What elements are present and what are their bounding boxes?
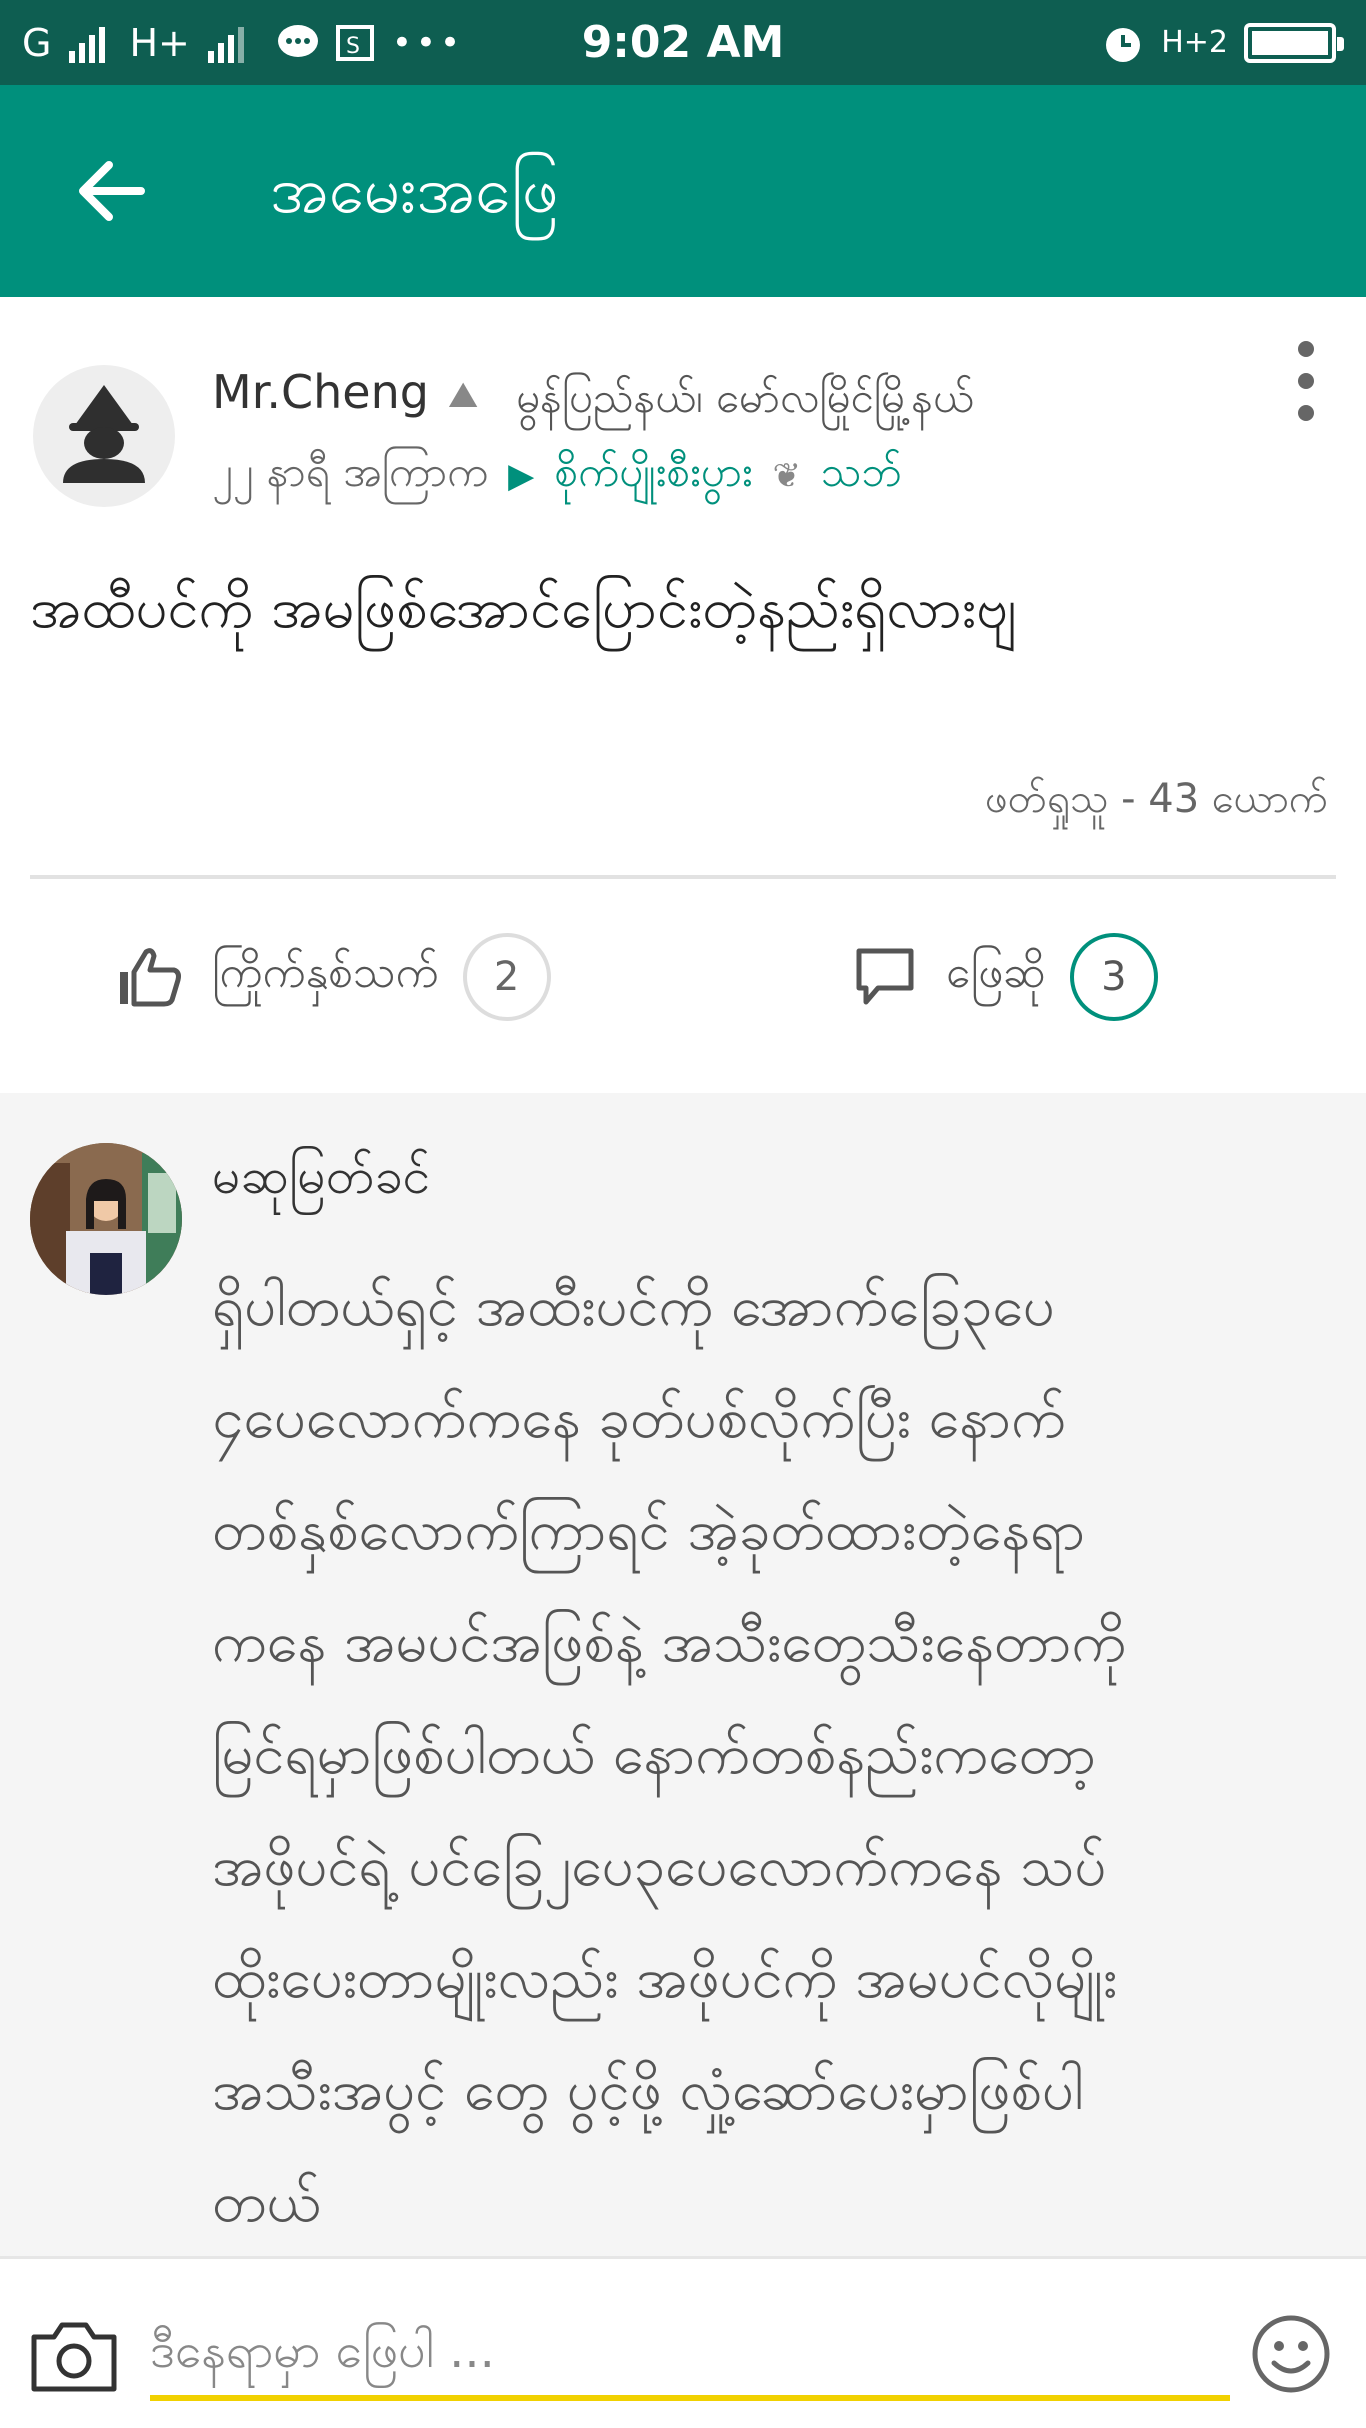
arrow-left-icon (79, 161, 145, 221)
sprout-icon: ❦ (772, 456, 802, 496)
page-title: အမေးအဖြေ (270, 154, 559, 228)
answer-line: မြင်ရမှာဖြစ်ပါတယ် နောက်တစ်နည်းကတော့ (212, 1722, 1097, 1787)
user-silhouette-icon (63, 385, 145, 483)
status-bar: G H+ S ••• 9:02 AM H+2 (0, 0, 1366, 85)
topic-link[interactable]: စိုက်ပျိုးစီးပွား (554, 445, 752, 507)
smiley-icon (1252, 2315, 1330, 2393)
author-avatar[interactable] (33, 365, 175, 507)
status-right: H+2 (1101, 0, 1344, 85)
like-count-badge: 2 (462, 933, 551, 1021)
profile-photo-icon (30, 1143, 182, 1295)
thumbs-up-icon (116, 942, 186, 1012)
dot-icon (1298, 405, 1314, 421)
answer-line: ၄ပေလောက်ကနေ ခုတ်ပစ်လိုက်ပြီး နောက် (212, 1386, 1066, 1451)
like-label: ကြိုက်နှစ်သက် (212, 947, 439, 998)
like-button[interactable]: ကြိုက်နှစ်သက် 2 (116, 927, 551, 1027)
question-text: အထီပင်ကို အမဖြစ်အောင်ပြောင်းတဲ့နည်းရှိလာ… (30, 576, 1017, 641)
alarm-icon (1106, 27, 1141, 62)
emoji-button[interactable] (1250, 2313, 1332, 2395)
comment-icon (850, 942, 920, 1012)
answer-line: ရှိပါတယ်ရှင့် အထီးပင်ကို အောက်ခြေ၃ပေ (212, 1274, 1055, 1339)
answer-label: ဖြေဆို (946, 947, 1046, 998)
answer-line: အသီးအပွင့် တွေ ပွင့်ဖို့ လှုံ့ဆော်ပေးမှာ… (212, 2058, 1084, 2123)
post-author[interactable]: Mr.Cheng (212, 365, 429, 419)
reply-bar: ဒီနေရာမှာ ဖြေပါ ... (0, 2256, 1366, 2428)
dot-icon (1298, 373, 1314, 389)
back-button[interactable] (60, 141, 160, 241)
answer-line: အဖိုပင်ရဲ့ ပင်ခြေ၂ပေ၃ပေလောက်ကနေ သပ် (212, 1834, 1107, 1899)
answer-line: ကနေ အမပင်အဖြစ်နဲ့ အသီးတွေသီးနေတာကို (212, 1610, 1127, 1675)
battery-icon (1244, 22, 1344, 63)
camera-button[interactable] (28, 2319, 120, 2395)
answer-input[interactable]: ဒီနေရာမှာ ဖြေပါ ... (150, 2317, 1230, 2401)
answer-text: ရှိပါတယ်ရှင့် အထီးပင်ကို အောက်ခြေ၃ပေ ၄ပေ… (212, 1251, 1332, 2259)
more-options-button[interactable] (1286, 341, 1326, 421)
answer-author[interactable]: မဆုမြတ်ခင် (212, 1145, 430, 1218)
answer-count-badge: 3 (1069, 933, 1158, 1021)
location-pin-icon: ⛰ (448, 375, 479, 416)
answer-line: တယ် (212, 2170, 321, 2235)
question-card: Mr.Cheng ⛰ မွန်ပြည်နယ်၊ မော်လမြိုင်မြို့… (0, 297, 1366, 1093)
triangle-right-icon: ▶ (508, 456, 535, 496)
camera-icon (31, 2322, 117, 2392)
dot-icon (1298, 341, 1314, 357)
divider (30, 875, 1336, 879)
answer-line: တစ်နှစ်လောက်ကြာရင် အဲ့ခုတ်ထားတဲ့နေရာ (212, 1498, 1086, 1563)
answer-input-placeholder: ဒီနေရာမှာ ဖြေပါ ... (150, 2323, 495, 2379)
crop-link[interactable]: သဘ် (821, 445, 902, 507)
answer-card: မဆုမြတ်ခင် ရှိပါတယ်ရှင့် အထီးပင်ကို အောက… (0, 1093, 1366, 2256)
app-bar: အမေးအဖြေ (0, 85, 1366, 297)
post-location: မွန်ပြည်နယ်၊ မော်လမြိုင်မြို့နယ် (516, 373, 974, 422)
post-meta: ၂၂ နာရီ အကြာက ▶ စိုက်ပျိုးစီးပွား ❦ သဘ် (212, 445, 902, 507)
network-type-label: H+2 (1161, 25, 1228, 60)
answerer-avatar[interactable] (30, 1143, 182, 1295)
answer-button[interactable]: ဖြေဆို 3 (850, 927, 1158, 1027)
view-count: ဖတ်ရှုသူ - 43 ယောက် (984, 776, 1328, 822)
post-time: ၂၂ နာရီ အကြာက (212, 447, 489, 496)
answer-line: ထိုးပေးတာမျိုးလည်း အဖိုပင်ကို အမပင်လိုမျ… (212, 1946, 1118, 2011)
